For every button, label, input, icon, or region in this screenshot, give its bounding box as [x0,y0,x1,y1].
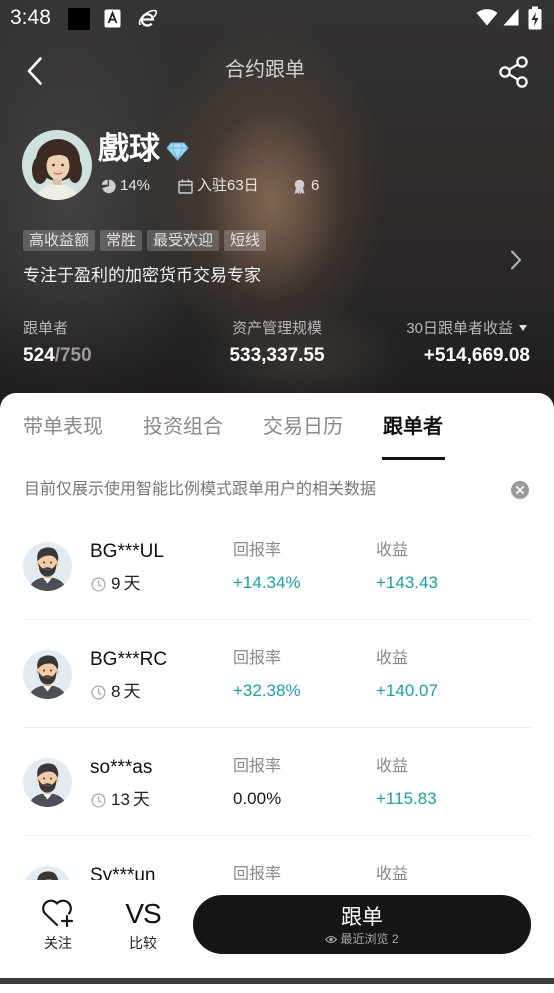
active-tab-indicator [382,457,445,460]
follower-row[interactable]: so***as 13 天 回报率 0.00% 收益 +115.83 [23,728,531,836]
recent-views-label: 最近浏览 [340,932,389,946]
chevron-right-icon[interactable] [510,250,522,270]
roi-label: 回报率 [233,542,282,559]
follow-duration: 9天 [111,574,140,594]
medal-icon [294,179,305,195]
compare-vs-icon[interactable]: VS [113,898,173,930]
recent-views-count: 2 [391,932,399,946]
a-badge-icon [104,9,121,28]
diamond-badge-icon [166,142,189,161]
trader-name: 戲球 [98,131,160,166]
tab-trade-calendar[interactable]: 交易日历 [263,414,343,440]
tab-performance[interactable]: 带单表现 [23,414,103,440]
follower-avatar [23,758,72,807]
follow-button-label[interactable]: 关注 [28,935,88,951]
copy-trade-button[interactable]: 跟单 最近浏览 2 [193,895,531,954]
tag-item: 高收益额 [23,230,96,251]
trader-description: 专注于盈利的加密货币交易专家 [23,266,261,285]
copy-trade-label: 跟单 [341,906,383,929]
follow-duration: 13 天 [111,790,150,810]
follower-name: BG***UL [90,541,164,562]
follow-days-unit: 天 [132,790,150,809]
aum-label: 资产管理规模 [231,320,322,337]
tab-portfolio[interactable]: 投资组合 [143,414,223,440]
follow-duration: 8天 [111,682,140,702]
roi-label: 回报率 [233,650,282,667]
back-arrow-icon[interactable] [27,57,43,85]
calendar-icon [178,179,193,194]
medal-count: 6 [311,177,320,194]
battery-charging-icon [528,6,542,30]
follow-days: 13 [111,790,130,809]
followers-label: 跟单者 [23,320,69,337]
caret-down-icon [519,325,527,331]
pie-chart-icon [101,179,116,194]
clock-icon [91,577,106,592]
clock-icon [91,793,106,808]
status-time: 3:48 [10,6,51,29]
eye-icon [325,935,338,944]
pnl-30d-label: 30日跟单者收益 [406,320,513,337]
notice-text: 目前仅展示使用智能比例模式跟单用户的相关数据 [24,481,377,498]
follow-days: 8 [111,682,121,701]
profit-label: 收益 [376,866,409,880]
followers-count: 524/750 [23,345,92,367]
follower-row[interactable]: BG***RC 8天 回报率 +32.38% 收益 +140.07 [23,620,531,728]
profit-label: 收益 [376,650,409,667]
e-browser-icon [138,9,158,27]
compare-button-label[interactable]: 比较 [113,935,173,951]
win-rate: 14% [120,177,151,194]
pnl-30d-selector[interactable]: 30日跟单者收益 [406,320,527,338]
followers-max: /750 [54,345,92,366]
close-circle-icon[interactable] [511,481,529,499]
follower-row[interactable]: Sy***un 回报率 收益 [23,836,531,880]
notification-square-icon [68,8,90,30]
cell-signal-icon [503,8,519,26]
roi-value: +14.34% [233,573,301,592]
joined-days: 入驻63日 [197,177,259,194]
tag-item: 常胜 [100,230,143,251]
follower-row[interactable]: BG***UL 9天 回报率 +14.34% 收益 +143.43 [23,512,531,620]
system-nav-bar [0,978,554,984]
follower-avatar [23,650,72,699]
roi-value: +32.38% [233,681,301,700]
follow-days: 9 [111,574,121,593]
heart-plus-icon[interactable] [41,897,75,928]
profit-label: 收益 [376,758,409,775]
share-icon[interactable] [499,56,529,88]
profit-value: +115.83 [376,789,437,808]
follower-avatar [23,866,72,880]
recent-views: 最近浏览 2 [193,932,531,946]
follow-days-unit: 天 [123,574,141,593]
follower-avatar [23,542,72,591]
roi-label: 回报率 [233,866,282,880]
followers-current: 524 [23,345,55,366]
profit-value: +143.43 [376,573,438,592]
follow-days-unit: 天 [123,682,141,701]
profit-label: 收益 [376,542,409,559]
trader-tags: 高收益额 常胜 最受欢迎 短线 [23,230,267,251]
page-title: 合约跟单 [225,59,305,81]
wifi-icon [476,9,498,26]
tag-item: 短线 [224,230,267,251]
roi-value: 0.00% [233,789,282,808]
follower-name: BG***RC [90,649,168,670]
roi-label: 回报率 [233,758,282,775]
clock-icon [91,685,106,700]
tab-followers[interactable]: 跟单者 [383,414,443,440]
trader-avatar[interactable] [22,130,92,200]
pnl-30d-value: +514,669.08 [423,345,530,366]
follower-name: Sy***un [90,865,156,880]
aum-value: 533,337.55 [229,345,325,366]
followers-list: BG***UL 9天 回报率 +14.34% 收益 +143.43 BG***R… [23,512,531,880]
profit-value: +140.07 [376,681,438,700]
follower-name: so***as [90,757,153,778]
tag-item: 最受欢迎 [147,230,220,251]
